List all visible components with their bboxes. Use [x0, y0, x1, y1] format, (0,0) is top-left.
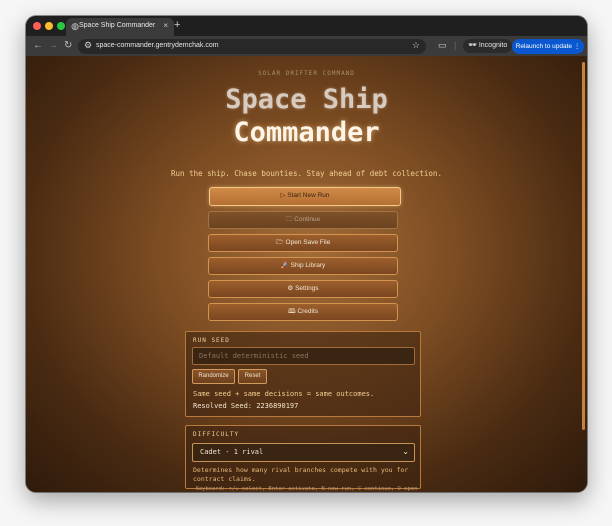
maximize-window-button[interactable]	[57, 22, 65, 30]
keyboard-hints: Keyboard: ↑/↓ select, Enter activate, N …	[195, 486, 418, 492]
tagline: Run the ship. Chase bounties. Stay ahead…	[171, 169, 442, 178]
seed-note: Same seed + same decisions = same outcom…	[193, 390, 375, 398]
difficulty-selected-value: Cadet - 1 rival	[200, 448, 264, 456]
seed-input-placeholder: Default deterministic seed	[199, 352, 309, 360]
relaunch-label: Relaunch to update	[515, 43, 573, 50]
folder-open-icon: 🗁	[275, 239, 284, 246]
incognito-label: Incognito	[478, 42, 508, 49]
new-tab-button[interactable]: +	[174, 19, 180, 31]
page-title-line2: Commander	[233, 117, 380, 148]
folder-icon: 🗀	[285, 216, 293, 223]
start-new-run-button[interactable]: ▷ Start New Run	[209, 187, 401, 206]
open-save-file-label: Open Save File	[285, 239, 331, 246]
run-seed-panel: RUN SEED Default deterministic seed Rand…	[185, 331, 421, 417]
url-text: space-commander.gentrydemchak.com	[96, 42, 219, 49]
credits-button[interactable]: 🕮 Credits	[208, 303, 398, 321]
play-icon: ▷	[280, 192, 286, 199]
browser-tab[interactable]: ◍ Space Ship Commander ×	[66, 18, 174, 36]
tab-close-icon[interactable]: ×	[163, 21, 168, 30]
browser-window: ◍ Space Ship Commander × + ← → ↻ ⚙ space…	[26, 16, 587, 492]
run-seed-label: RUN SEED	[193, 337, 230, 344]
minimize-window-button[interactable]	[45, 22, 53, 30]
chevron-down-icon: ⌄	[402, 447, 409, 456]
credits-label: Credits	[297, 308, 319, 315]
close-window-button[interactable]	[33, 22, 41, 30]
settings-button[interactable]: ⚙ Settings	[208, 280, 398, 298]
relaunch-button[interactable]: Relaunch to update ⋮	[512, 39, 584, 54]
reload-icon[interactable]: ↻	[64, 40, 72, 51]
continue-label: Continue	[294, 216, 321, 223]
resolved-seed: Resolved Seed: 2236890197	[193, 402, 299, 410]
address-bar: ← → ↻ ⚙ space-commander.gentrydemchak.co…	[26, 36, 587, 56]
gear-icon: ⚙	[287, 285, 294, 292]
page-kicker: SOLAR DRIFTER COMMAND	[258, 70, 355, 77]
incognito-indicator[interactable]: 🕶 Incognito	[463, 39, 513, 53]
difficulty-select[interactable]: Cadet - 1 rival ⌄	[192, 443, 415, 462]
page-title-line1: Space Ship	[225, 84, 388, 115]
tab-bar: ◍ Space Ship Commander × +	[26, 16, 587, 36]
difficulty-help: Determines how many rival branches compe…	[193, 466, 409, 483]
forward-icon[interactable]: →	[48, 40, 58, 51]
more-menu-icon: ⋮	[573, 43, 581, 50]
randomize-button[interactable]: Randomize	[192, 369, 235, 384]
back-icon[interactable]: ←	[33, 40, 43, 51]
settings-label: Settings	[295, 285, 319, 292]
continue-button[interactable]: 🗀 Continue	[208, 211, 398, 229]
cast-icon[interactable]: ▭	[438, 40, 447, 51]
toolbar-divider: |	[454, 40, 457, 50]
seed-input[interactable]: Default deterministic seed	[192, 347, 415, 365]
difficulty-panel: DIFFICULTY Cadet - 1 rival ⌄ Determines …	[185, 425, 421, 489]
rocket-icon: 🚀	[280, 262, 289, 269]
tab-title: Space Ship Commander	[79, 22, 156, 29]
ship-library-button[interactable]: 🚀 Ship Library	[208, 257, 398, 275]
ship-library-label: Ship Library	[290, 262, 326, 269]
url-field[interactable]: ⚙ space-commander.gentrydemchak.com ☆	[78, 39, 426, 54]
incognito-icon: 🕶	[468, 42, 479, 49]
book-icon: 🕮	[287, 308, 296, 315]
page-content: SOLAR DRIFTER COMMAND Space Ship Command…	[26, 56, 587, 492]
bookmark-star-icon[interactable]: ☆	[412, 40, 420, 51]
reset-button[interactable]: Reset	[238, 369, 267, 384]
difficulty-label: DIFFICULTY	[193, 431, 240, 438]
site-settings-icon[interactable]: ⚙	[84, 40, 92, 51]
open-save-file-button[interactable]: 🗁 Open Save File	[208, 234, 398, 252]
start-new-run-label: Start New Run	[287, 192, 330, 199]
